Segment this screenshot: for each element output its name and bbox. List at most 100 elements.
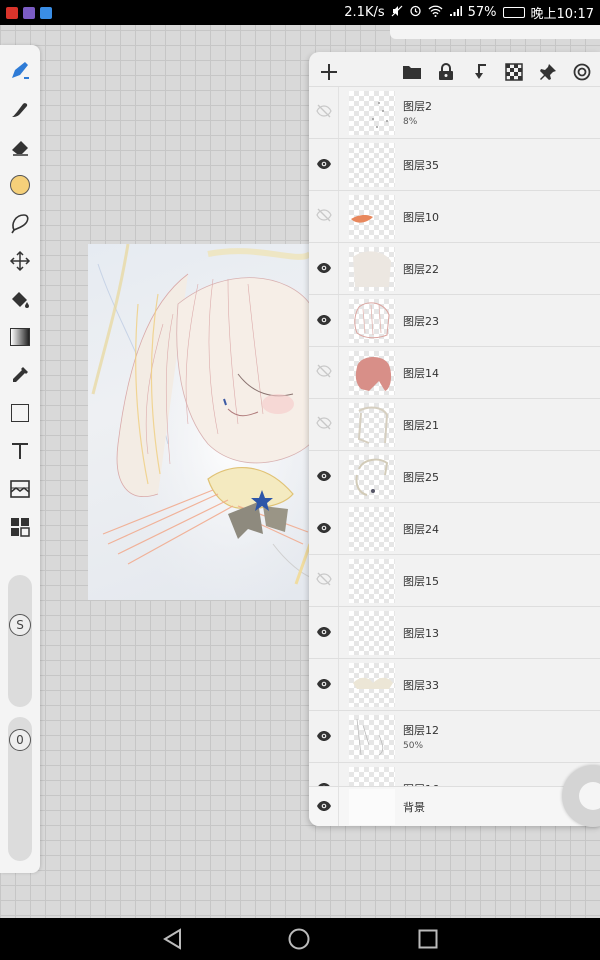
layer-thumbnail (349, 714, 395, 759)
notification-icons (6, 6, 52, 19)
layer-thumbnail (349, 788, 395, 825)
layer-name: 图层35 (403, 158, 439, 172)
app-notification-icon (23, 6, 35, 19)
eye-hidden-icon (315, 363, 332, 382)
smudge-icon[interactable] (6, 95, 34, 123)
fill-icon[interactable] (6, 285, 34, 313)
layer-row[interactable]: 图层15 (309, 554, 600, 607)
eyedropper-icon[interactable] (6, 361, 34, 389)
layer-row[interactable]: 图层2 8% (309, 86, 600, 139)
layer-thumbnail (349, 246, 395, 291)
alpha-lock-icon[interactable] (504, 62, 524, 82)
battery-percent: 57% (467, 5, 497, 20)
layer-thumbnail (349, 662, 395, 707)
merge-down-icon[interactable] (470, 62, 490, 82)
layer-name: 图层10 (403, 210, 439, 224)
image-icon[interactable] (6, 475, 34, 503)
layer-name: 图层2 (403, 100, 432, 113)
visibility-toggle[interactable] (309, 242, 339, 295)
eye-icon (316, 467, 332, 486)
back-icon[interactable] (161, 928, 183, 950)
visibility-toggle[interactable] (309, 502, 339, 555)
brush-icon[interactable] (6, 57, 34, 85)
recents-icon[interactable] (417, 928, 439, 950)
layer-name: 图层25 (403, 470, 439, 484)
layer-name: 图层22 (403, 262, 439, 276)
layer-name: 图层14 (403, 366, 439, 380)
visibility-toggle[interactable] (309, 190, 339, 243)
layer-thumbnail (349, 610, 395, 655)
folder-icon[interactable] (402, 62, 422, 82)
system-nav-bar (0, 918, 600, 960)
visibility-toggle[interactable] (309, 398, 339, 451)
layer-opacity: 50% (403, 741, 424, 751)
eye-icon (316, 519, 332, 538)
lasso-icon[interactable] (6, 209, 34, 237)
layer-row[interactable]: 图层24 (309, 502, 600, 555)
visibility-toggle[interactable] (309, 138, 339, 191)
layer-thumbnail (349, 298, 395, 343)
color-icon[interactable] (6, 171, 34, 199)
eye-icon (316, 259, 332, 278)
visibility-toggle[interactable] (309, 554, 339, 607)
layer-thumbnail (349, 558, 395, 603)
gradient-icon[interactable] (6, 323, 34, 351)
pin-icon[interactable] (538, 62, 558, 82)
eraser-icon[interactable] (6, 133, 34, 161)
visibility-toggle[interactable] (309, 294, 339, 347)
visibility-toggle[interactable] (309, 658, 339, 711)
layer-row[interactable]: 图层14 (309, 346, 600, 399)
app-notification-icon (6, 6, 18, 19)
layer-name: 图层24 (403, 522, 439, 536)
wifi-icon (428, 5, 443, 21)
visibility-toggle[interactable] (309, 786, 339, 826)
home-icon[interactable] (288, 928, 310, 950)
layer-thumbnail (349, 194, 395, 239)
eye-hidden-icon (315, 103, 332, 122)
layer-row[interactable]: 图层25 (309, 450, 600, 503)
eye-icon (316, 311, 332, 330)
layer-row[interactable]: 图层12 50% (309, 710, 600, 763)
layer-row[interactable]: 图层23 (309, 294, 600, 347)
gradient-swatch (10, 328, 30, 346)
visibility-toggle[interactable] (309, 710, 339, 763)
layer-row[interactable]: 图层21 (309, 398, 600, 451)
visibility-toggle[interactable] (309, 450, 339, 503)
network-speed: 2.1K/s (344, 5, 385, 20)
eye-hidden-icon (315, 415, 332, 434)
layer-row[interactable]: 图层35 (309, 138, 600, 191)
canvas-artwork[interactable] (88, 244, 310, 600)
layer-thumbnail (349, 142, 395, 187)
layer-name: 背景 (403, 800, 425, 814)
visibility-toggle[interactable] (309, 346, 339, 399)
alarm-icon (409, 4, 422, 21)
current-color-swatch (10, 175, 30, 195)
eye-icon (316, 155, 332, 174)
layer-thumbnail (349, 454, 395, 499)
brush-opacity-knob[interactable]: 0 (9, 729, 31, 751)
visibility-ring-icon[interactable] (572, 62, 592, 82)
eye-hidden-icon (315, 571, 332, 590)
layer-row[interactable]: 图层13 (309, 606, 600, 659)
text-icon[interactable] (6, 437, 34, 465)
battery-icon (502, 7, 525, 18)
tool-bar: S 0 (0, 45, 40, 873)
visibility-toggle[interactable] (309, 606, 339, 659)
eye-icon (316, 797, 332, 816)
transform-icon[interactable] (6, 247, 34, 275)
layer-name: 图层13 (403, 626, 439, 640)
status-bar: 2.1K/s 57% 晚上10:17 (0, 0, 600, 25)
shape-icon[interactable] (6, 399, 34, 427)
layer-row[interactable]: 图层33 (309, 658, 600, 711)
layer-name: 图层12 (403, 724, 439, 737)
lock-icon[interactable] (436, 62, 456, 82)
visibility-toggle[interactable] (309, 86, 339, 139)
background-layer-row[interactable]: 背景 (309, 786, 600, 826)
layout-icon[interactable] (6, 513, 34, 541)
add-layer-icon[interactable] (319, 62, 339, 82)
brush-size-slider[interactable] (8, 575, 32, 707)
brush-size-knob[interactable]: S (9, 614, 31, 636)
top-toolbar-edge (390, 25, 600, 39)
layer-row[interactable]: 图层22 (309, 242, 600, 295)
layer-row[interactable]: 图层10 (309, 190, 600, 243)
